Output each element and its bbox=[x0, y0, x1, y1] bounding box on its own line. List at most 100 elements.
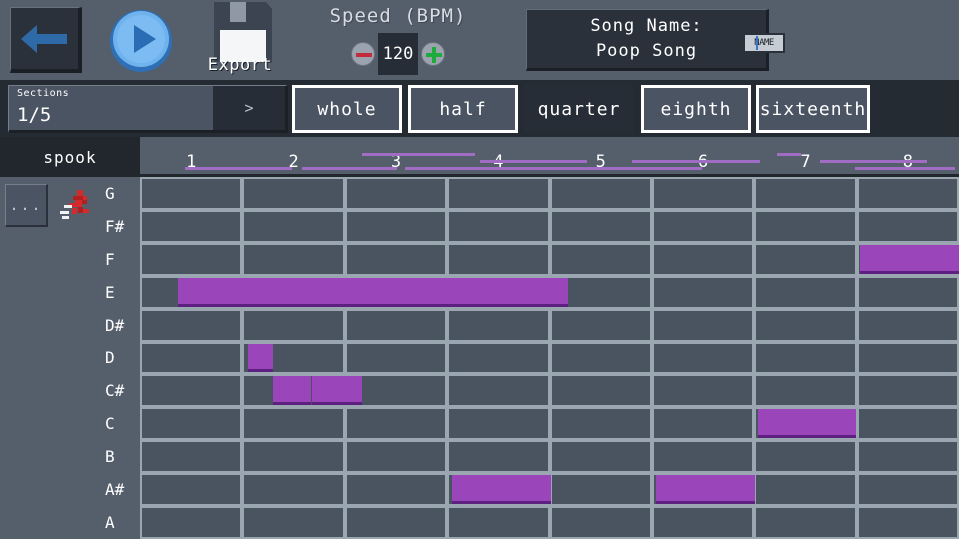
grid-cell[interactable] bbox=[347, 508, 445, 537]
grid-cell[interactable] bbox=[859, 376, 957, 405]
grid-cell[interactable] bbox=[142, 179, 240, 208]
grid-cell[interactable] bbox=[859, 508, 957, 537]
grid-cell[interactable] bbox=[756, 344, 854, 373]
grid-cell[interactable] bbox=[449, 442, 547, 471]
grid-cell[interactable] bbox=[552, 409, 650, 438]
grid-cell[interactable] bbox=[449, 179, 547, 208]
grid-cell[interactable] bbox=[654, 245, 752, 274]
grid-cell[interactable] bbox=[654, 212, 752, 241]
instrument-button[interactable] bbox=[58, 187, 96, 225]
note-length-half[interactable]: half bbox=[408, 85, 518, 133]
grid-cell[interactable] bbox=[449, 311, 547, 340]
grid-cell[interactable] bbox=[244, 409, 342, 438]
grid-cell[interactable] bbox=[449, 376, 547, 405]
grid-cell[interactable] bbox=[859, 344, 957, 373]
grid-cell[interactable] bbox=[654, 311, 752, 340]
grid-cell[interactable] bbox=[244, 212, 342, 241]
note-block[interactable] bbox=[860, 245, 959, 274]
grid-cell[interactable] bbox=[142, 508, 240, 537]
grid-cell[interactable] bbox=[756, 179, 854, 208]
grid-cell[interactable] bbox=[654, 508, 752, 537]
grid-cell[interactable] bbox=[756, 245, 854, 274]
grid-cell[interactable] bbox=[347, 311, 445, 340]
grid-cell[interactable] bbox=[449, 508, 547, 537]
grid-cell[interactable] bbox=[756, 475, 854, 504]
note-block[interactable] bbox=[273, 376, 311, 405]
grid-cell[interactable] bbox=[552, 376, 650, 405]
sections-selector[interactable]: Sections 1/5 > bbox=[8, 85, 288, 133]
grid-cell[interactable] bbox=[756, 278, 854, 307]
grid-cell[interactable] bbox=[552, 245, 650, 274]
grid-cell[interactable] bbox=[347, 442, 445, 471]
note-length-whole[interactable]: whole bbox=[292, 85, 402, 133]
grid-cell[interactable] bbox=[142, 311, 240, 340]
grid-cell[interactable] bbox=[859, 475, 957, 504]
speed-decrease-button[interactable] bbox=[351, 42, 375, 66]
grid-cell[interactable] bbox=[449, 344, 547, 373]
note-block[interactable] bbox=[758, 409, 856, 438]
grid-cell[interactable] bbox=[244, 245, 342, 274]
note-grid[interactable] bbox=[140, 177, 959, 539]
rename-song-button[interactable]: NAME bbox=[743, 33, 785, 53]
measure-ruler[interactable]: 12345678 bbox=[140, 137, 959, 177]
grid-cell[interactable] bbox=[654, 278, 752, 307]
grid-cell[interactable] bbox=[244, 179, 342, 208]
grid-cell[interactable] bbox=[756, 508, 854, 537]
grid-cell[interactable] bbox=[449, 212, 547, 241]
grid-cell[interactable] bbox=[756, 376, 854, 405]
note-length-sixteenth[interactable]: sixteenth bbox=[756, 85, 870, 133]
grid-cell[interactable] bbox=[347, 409, 445, 438]
grid-cell[interactable] bbox=[552, 344, 650, 373]
grid-cell[interactable] bbox=[142, 409, 240, 438]
note-block[interactable] bbox=[452, 475, 551, 504]
grid-cell[interactable] bbox=[449, 409, 547, 438]
note-length-quarter[interactable]: quarter bbox=[524, 85, 634, 133]
export-button[interactable] bbox=[200, 0, 280, 78]
grid-cell[interactable] bbox=[552, 179, 650, 208]
grid-cell[interactable] bbox=[859, 212, 957, 241]
grid-cell[interactable] bbox=[449, 245, 547, 274]
grid-cell[interactable] bbox=[347, 344, 445, 373]
note-block[interactable] bbox=[656, 475, 755, 504]
grid-cell[interactable] bbox=[142, 344, 240, 373]
track-options-button[interactable]: ... bbox=[5, 184, 48, 227]
note-length-eighth[interactable]: eighth bbox=[641, 85, 751, 133]
grid-cell[interactable] bbox=[347, 245, 445, 274]
grid-cell[interactable] bbox=[654, 409, 752, 438]
back-button[interactable] bbox=[10, 7, 82, 73]
track-tab-spook[interactable]: spook bbox=[0, 137, 140, 177]
speed-increase-button[interactable] bbox=[421, 42, 445, 66]
grid-cell[interactable] bbox=[756, 212, 854, 241]
grid-cell[interactable] bbox=[859, 179, 957, 208]
grid-cell[interactable] bbox=[244, 475, 342, 504]
note-block[interactable] bbox=[312, 376, 362, 405]
grid-cell[interactable] bbox=[859, 442, 957, 471]
grid-cell[interactable] bbox=[756, 442, 854, 471]
grid-cell[interactable] bbox=[756, 311, 854, 340]
grid-cell[interactable] bbox=[859, 311, 957, 340]
grid-cell[interactable] bbox=[859, 278, 957, 307]
grid-cell[interactable] bbox=[654, 442, 752, 471]
grid-cell[interactable] bbox=[142, 442, 240, 471]
grid-cell[interactable] bbox=[244, 311, 342, 340]
grid-cell[interactable] bbox=[142, 245, 240, 274]
grid-cell[interactable] bbox=[142, 475, 240, 504]
grid-cell[interactable] bbox=[552, 508, 650, 537]
grid-cell[interactable] bbox=[142, 212, 240, 241]
grid-cell[interactable] bbox=[552, 311, 650, 340]
grid-cell[interactable] bbox=[244, 442, 342, 471]
note-block[interactable] bbox=[178, 278, 568, 307]
note-block[interactable] bbox=[248, 344, 273, 373]
grid-cell[interactable] bbox=[552, 212, 650, 241]
play-button[interactable] bbox=[108, 8, 174, 74]
grid-cell[interactable] bbox=[552, 475, 650, 504]
grid-cell[interactable] bbox=[654, 179, 752, 208]
sections-next-button[interactable]: > bbox=[213, 86, 285, 130]
grid-cell[interactable] bbox=[654, 344, 752, 373]
grid-cell[interactable] bbox=[552, 442, 650, 471]
grid-cell[interactable] bbox=[859, 409, 957, 438]
grid-cell[interactable] bbox=[654, 376, 752, 405]
grid-cell[interactable] bbox=[244, 508, 342, 537]
speed-value[interactable]: 120 bbox=[378, 33, 418, 75]
grid-cell[interactable] bbox=[347, 475, 445, 504]
